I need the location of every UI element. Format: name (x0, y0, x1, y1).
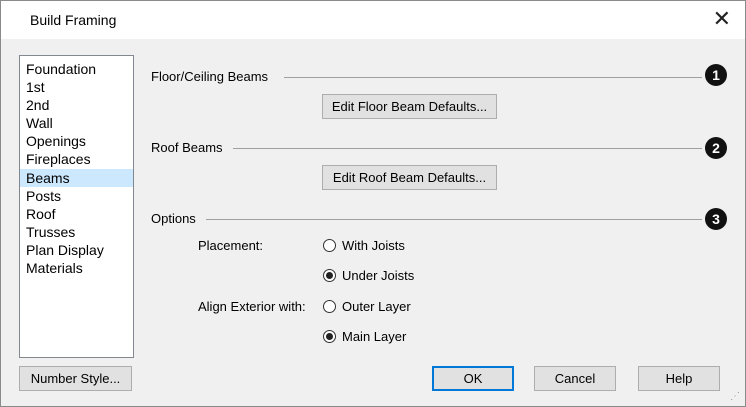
under-joists-label: Under Joists (342, 268, 415, 283)
section-divider (206, 219, 702, 220)
sidebar-item-roof[interactable]: Roof (20, 205, 133, 223)
with-joists-label: With Joists (342, 238, 405, 253)
floor-ceiling-beams-heading: Floor/Ceiling Beams (151, 69, 269, 84)
resize-grip-icon[interactable]: ⋰ (730, 391, 742, 403)
sidebar-item-plan-display[interactable]: Plan Display (20, 241, 133, 259)
main-layer-label: Main Layer (342, 329, 407, 344)
main-layer-radio[interactable]: Main Layer (323, 329, 406, 344)
title-bar: Build Framing ✕ (1, 1, 745, 39)
roof-beams-heading: Roof Beams (151, 140, 223, 155)
sidebar-item-posts[interactable]: Posts (20, 187, 133, 205)
radio-circle (323, 239, 336, 252)
edit-floor-beam-defaults-button[interactable]: Edit Floor Beam Defaults... (322, 94, 497, 119)
sidebar-item-2nd[interactable]: 2nd (20, 96, 133, 114)
placement-label: Placement: (198, 238, 264, 253)
sidebar-item-1st[interactable]: 1st (20, 78, 133, 96)
build-framing-dialog: Build Framing ✕ Foundation 1st 2nd Wall … (0, 0, 746, 407)
dialog-title: Build Framing (30, 12, 117, 28)
with-joists-radio[interactable]: With Joists (323, 238, 405, 253)
radio-circle (323, 300, 336, 313)
radio-circle-selected (323, 330, 336, 343)
outer-layer-label: Outer Layer (342, 299, 411, 314)
category-list: Foundation 1st 2nd Wall Openings Firepla… (19, 55, 134, 358)
callout-badge-3: 3 (705, 208, 727, 230)
section-divider (233, 148, 702, 149)
sidebar-item-materials[interactable]: Materials (20, 259, 133, 277)
cancel-button[interactable]: Cancel (534, 366, 616, 391)
close-icon[interactable]: ✕ (713, 7, 731, 31)
options-heading: Options (151, 211, 196, 226)
under-joists-radio[interactable]: Under Joists (323, 268, 414, 283)
section-divider (284, 77, 702, 78)
callout-badge-2: 2 (705, 137, 727, 159)
edit-roof-beam-defaults-button[interactable]: Edit Roof Beam Defaults... (322, 165, 497, 190)
ok-button[interactable]: OK (432, 366, 514, 391)
sidebar-item-wall[interactable]: Wall (20, 114, 133, 132)
number-style-button[interactable]: Number Style... (19, 366, 132, 391)
sidebar-item-foundation[interactable]: Foundation (20, 60, 133, 78)
sidebar-item-openings[interactable]: Openings (20, 132, 133, 150)
callout-badge-1: 1 (705, 64, 727, 86)
help-button[interactable]: Help (638, 366, 720, 391)
sidebar-item-trusses[interactable]: Trusses (20, 223, 133, 241)
sidebar-item-fireplaces[interactable]: Fireplaces (20, 150, 133, 168)
align-exterior-label: Align Exterior with: (198, 299, 306, 314)
outer-layer-radio[interactable]: Outer Layer (323, 299, 411, 314)
sidebar-item-beams[interactable]: Beams (20, 168, 133, 187)
radio-circle-selected (323, 269, 336, 282)
